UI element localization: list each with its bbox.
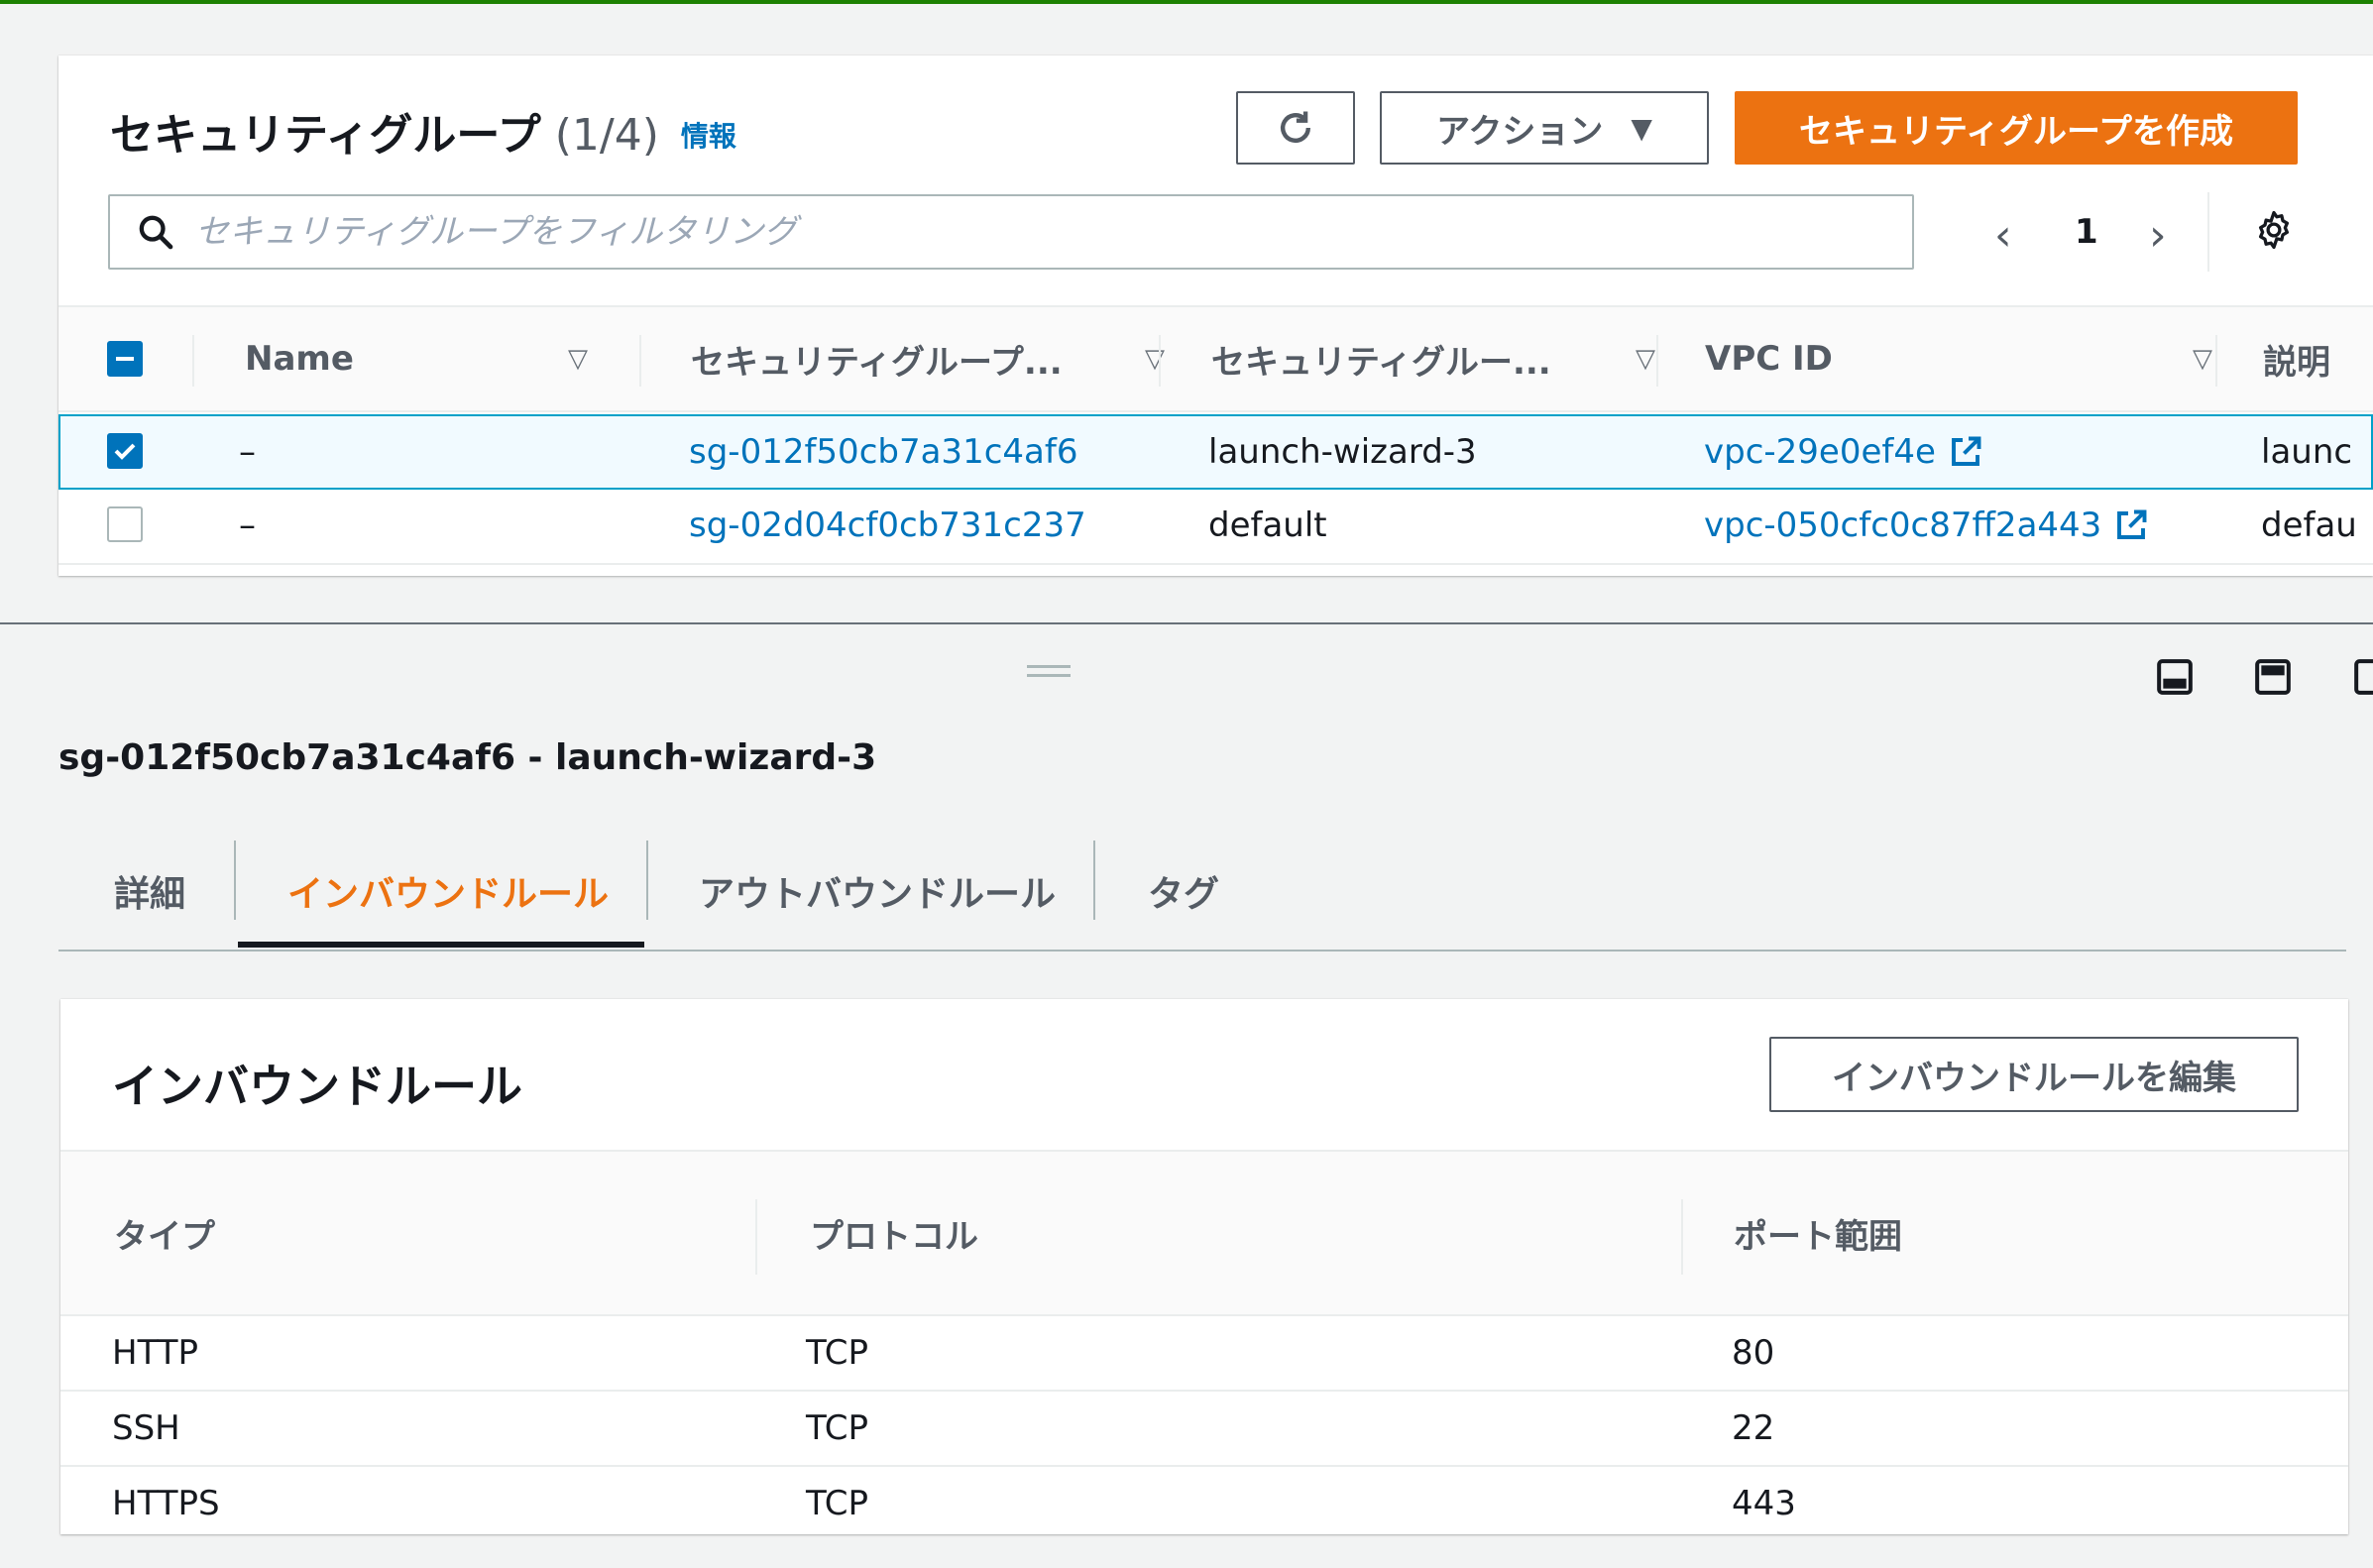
inbound-rules-panel: インバウンドルール インバウンドルールを編集 タイプ プロトコル ポート範囲 H… bbox=[60, 999, 2348, 1534]
sort-icon[interactable]: ▽ bbox=[2193, 344, 2212, 374]
edit-label: インバウンドルールを編集 bbox=[1832, 1058, 2236, 1098]
page-number[interactable]: 1 bbox=[2075, 212, 2098, 252]
column-divider bbox=[639, 335, 641, 387]
create-security-group-button[interactable]: セキュリティグループを作成 bbox=[1735, 91, 2298, 165]
column-header-protocol[interactable]: プロトコル bbox=[810, 1152, 978, 1314]
column-header-port-range[interactable]: ポート範囲 bbox=[1734, 1152, 1902, 1314]
cell-type: HTTPS bbox=[112, 1484, 220, 1523]
tab-details[interactable]: 詳細 bbox=[114, 833, 185, 950]
row-checkbox[interactable] bbox=[107, 506, 143, 542]
caret-down-icon: ▼ bbox=[1631, 111, 1652, 145]
layout-side-icon[interactable] bbox=[2352, 657, 2373, 697]
external-link-icon bbox=[2117, 509, 2147, 539]
sg-id-link[interactable]: sg-02d04cf0cb731c237 bbox=[689, 490, 1086, 561]
column-header-label: 説明 bbox=[2263, 342, 2330, 383]
page-title: セキュリティグループ (1/4) 情報 bbox=[110, 99, 736, 163]
drag-handle-icon[interactable] bbox=[1027, 665, 1071, 677]
tab-divider bbox=[1093, 840, 1095, 920]
layout-bottom-icon[interactable] bbox=[2155, 657, 2195, 697]
table-header: Name ▽ セキュリティグループ... ▽ セキュリティグルー... ▽ VP… bbox=[58, 305, 2373, 412]
sort-icon[interactable]: ▽ bbox=[1636, 344, 1655, 374]
search-icon bbox=[139, 215, 173, 250]
table-row[interactable]: – sg-02d04cf0cb731c237 default vpc-050cf… bbox=[58, 490, 2373, 565]
table-row[interactable]: – sg-012f50cb7a31c4af6 launch-wizard-3 v… bbox=[58, 414, 2373, 490]
info-link[interactable]: 情報 bbox=[681, 120, 736, 153]
cell-name: – bbox=[239, 505, 256, 545]
split-divider[interactable] bbox=[0, 622, 2373, 624]
column-divider bbox=[192, 335, 194, 387]
tab-divider bbox=[646, 840, 648, 920]
column-header-sg-id[interactable]: セキュリティグループ... ▽ bbox=[691, 307, 1165, 410]
cell-name: – bbox=[239, 432, 256, 472]
selection-count: (1/4) bbox=[554, 110, 659, 161]
cell-description: launc bbox=[2261, 432, 2353, 472]
search-input[interactable] bbox=[195, 212, 1880, 252]
gear-icon[interactable] bbox=[2252, 208, 2296, 252]
sort-icon[interactable]: ▽ bbox=[568, 344, 588, 374]
cell-port-range: 443 bbox=[1732, 1484, 1796, 1523]
cell-sg-name: launch-wizard-3 bbox=[1208, 432, 1477, 472]
edit-inbound-rules-button[interactable]: インバウンドルールを編集 bbox=[1769, 1037, 2299, 1112]
rules-table-header: タイプ プロトコル ポート範囲 bbox=[60, 1150, 2348, 1316]
select-all-checkbox[interactable] bbox=[107, 341, 143, 377]
column-header-description[interactable]: 説明 bbox=[2263, 307, 2372, 410]
refresh-icon bbox=[1280, 111, 1311, 144]
column-header-name[interactable]: Name ▽ bbox=[245, 307, 643, 410]
detail-tabs: 詳細 インバウンドルール アウトバウンドルール タグ bbox=[58, 833, 2346, 952]
column-header-label: セキュリティグルー... bbox=[1211, 342, 1551, 383]
column-header-type[interactable]: タイプ bbox=[114, 1152, 215, 1314]
cell-protocol: TCP bbox=[806, 1408, 869, 1448]
cell-protocol: TCP bbox=[806, 1484, 869, 1523]
cell-sg-name: default bbox=[1208, 505, 1327, 545]
sg-id-link[interactable]: sg-012f50cb7a31c4af6 bbox=[689, 416, 1077, 488]
column-header-label: VPC ID bbox=[1705, 339, 1833, 379]
table-row: SSH TCP 22 bbox=[60, 1392, 2348, 1467]
external-link-icon bbox=[1951, 436, 1981, 466]
chevron-right-icon[interactable]: › bbox=[2149, 210, 2167, 261]
pager-divider bbox=[2207, 192, 2209, 272]
cell-description: defau bbox=[2261, 505, 2357, 545]
tab-divider bbox=[234, 840, 236, 920]
vpc-id-text: vpc-050cfc0c87ff2a443 bbox=[1704, 505, 2102, 545]
column-header-vpc-id[interactable]: VPC ID ▽ bbox=[1705, 307, 2252, 410]
table-row: HTTP TCP 80 bbox=[60, 1316, 2348, 1392]
row-checkbox[interactable] bbox=[107, 433, 143, 469]
column-divider bbox=[1159, 335, 1161, 387]
top-status-bar bbox=[0, 0, 2373, 4]
active-tab-indicator bbox=[238, 942, 644, 948]
title-text: セキュリティグループ bbox=[110, 110, 541, 161]
sort-icon[interactable]: ▽ bbox=[1145, 344, 1165, 374]
vpc-id-text: vpc-29e0ef4e bbox=[1704, 432, 1936, 472]
column-divider bbox=[1681, 1199, 1683, 1275]
cell-protocol: TCP bbox=[806, 1333, 869, 1373]
column-divider bbox=[2215, 335, 2217, 387]
create-label: セキュリティグループを作成 bbox=[1799, 111, 2233, 152]
cell-type: HTTP bbox=[112, 1333, 199, 1373]
column-divider bbox=[755, 1199, 757, 1275]
cell-port-range: 80 bbox=[1732, 1333, 1775, 1373]
cell-port-range: 22 bbox=[1732, 1408, 1775, 1448]
search-box bbox=[108, 194, 1914, 270]
inbound-rules-title: インバウンドルール bbox=[112, 1060, 522, 1113]
chevron-left-icon[interactable]: ‹ bbox=[1994, 210, 2012, 261]
layout-bottom-icon[interactable] bbox=[2253, 657, 2293, 697]
tab-outbound-rules[interactable]: アウトバウンドルール bbox=[699, 833, 1056, 950]
actions-dropdown-button[interactable]: アクション ▼ bbox=[1380, 91, 1709, 165]
actions-label: アクション bbox=[1436, 111, 1604, 152]
tab-inbound-rules[interactable]: インバウンドルール bbox=[287, 833, 609, 950]
column-divider bbox=[1656, 335, 1658, 387]
vpc-id-link[interactable]: vpc-050cfc0c87ff2a443 bbox=[1704, 490, 2149, 561]
column-header-label: Name bbox=[245, 339, 354, 379]
detail-title: sg-012f50cb7a31c4af6 - launch-wizard-3 bbox=[58, 737, 877, 778]
cell-type: SSH bbox=[112, 1408, 180, 1448]
refresh-button[interactable] bbox=[1236, 91, 1355, 165]
tab-tags[interactable]: タグ bbox=[1148, 833, 1219, 950]
security-groups-panel: セキュリティグループ (1/4) 情報 アクション ▼ セキュリティグループを作成 … bbox=[58, 56, 2373, 576]
table-row: HTTPS TCP 443 bbox=[60, 1467, 2348, 1542]
vpc-id-link[interactable]: vpc-29e0ef4e bbox=[1704, 416, 1983, 488]
column-header-label: セキュリティグループ... bbox=[691, 342, 1063, 383]
column-header-sg-name[interactable]: セキュリティグルー... ▽ bbox=[1211, 307, 1665, 410]
